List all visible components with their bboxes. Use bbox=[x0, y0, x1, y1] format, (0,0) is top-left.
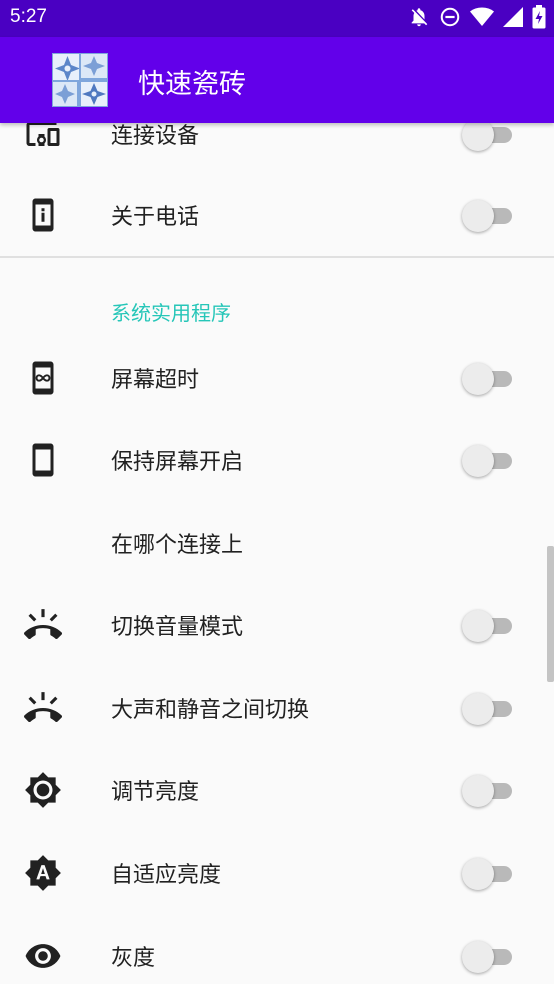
list-item-label: 屏幕超时 bbox=[111, 368, 200, 393]
list-item-label: 切换音量模式 bbox=[111, 615, 244, 640]
notifications-off-icon bbox=[408, 5, 430, 29]
status-time: 5:27 bbox=[10, 6, 47, 27]
section-divider bbox=[0, 256, 554, 258]
wifi-icon bbox=[470, 6, 494, 28]
brightness-auto-icon bbox=[24, 854, 62, 892]
toggle-switch[interactable] bbox=[462, 939, 514, 973]
list-item-keep-screen-on[interactable]: 保持屏幕开启 bbox=[0, 419, 554, 501]
section-header: 系统实用程序 bbox=[111, 301, 231, 325]
list-item-about-phone[interactable]: 关于电话 bbox=[0, 174, 554, 256]
toggle-switch[interactable] bbox=[462, 608, 514, 642]
list-item-loud-silent-switch[interactable]: 大声和静音之间切换 bbox=[0, 667, 554, 749]
list-item-connected-devices[interactable]: 连接设备 bbox=[0, 123, 554, 175]
list-item-label: 在哪个连接上 bbox=[111, 533, 244, 558]
battery-charging-icon bbox=[532, 5, 546, 29]
signal-icon bbox=[503, 7, 523, 27]
status-bar: 5:27 bbox=[0, 0, 554, 37]
toggle-switch[interactable] bbox=[462, 123, 514, 151]
list-item-label: 灰度 bbox=[111, 946, 156, 971]
list-item-grayscale[interactable]: 灰度 bbox=[0, 915, 554, 984]
status-icons bbox=[408, 5, 546, 29]
ring-volume-icon bbox=[24, 606, 62, 644]
list-item-label: 自适应亮度 bbox=[111, 863, 222, 888]
eye-icon bbox=[24, 937, 62, 975]
brightness-icon bbox=[24, 771, 62, 809]
toggle-switch[interactable] bbox=[462, 773, 514, 807]
list-item-label: 关于电话 bbox=[111, 205, 200, 230]
list-item-brightness[interactable]: 调节亮度 bbox=[0, 749, 554, 831]
list-item-which-connection[interactable]: 在哪个连接上 bbox=[0, 502, 554, 584]
list-item-label: 保持屏幕开启 bbox=[111, 450, 244, 475]
toggle-switch[interactable] bbox=[462, 361, 514, 395]
app-title: 快速瓷砖 bbox=[138, 69, 246, 100]
toggle-switch[interactable] bbox=[462, 198, 514, 232]
toggle-switch[interactable] bbox=[462, 691, 514, 725]
scrollbar[interactable] bbox=[547, 546, 554, 682]
settings-list[interactable]: 连接设备 关于电话 系统实用程序 屏幕超时 保持屏幕开启 在哪个连接上 切换音量… bbox=[0, 123, 554, 984]
list-item-adaptive-brightness[interactable]: 自适应亮度 bbox=[0, 832, 554, 914]
list-item-screen-timeout[interactable]: 屏幕超时 bbox=[0, 337, 554, 419]
list-item-label: 连接设备 bbox=[111, 124, 200, 149]
smartphone-icon bbox=[24, 441, 62, 479]
phone-info-icon bbox=[24, 196, 62, 234]
toggle-switch[interactable] bbox=[462, 856, 514, 890]
list-item-label: 调节亮度 bbox=[111, 780, 200, 805]
toggle-switch[interactable] bbox=[462, 443, 514, 477]
do-not-disturb-icon bbox=[439, 6, 461, 28]
tile-logo-icon bbox=[51, 52, 109, 108]
screen-timeout-icon bbox=[24, 359, 62, 397]
ring-volume-icon bbox=[24, 689, 62, 727]
list-item-toggle-volume-mode[interactable]: 切换音量模式 bbox=[0, 584, 554, 666]
devices-icon bbox=[24, 123, 62, 153]
app-bar: 快速瓷砖 bbox=[0, 37, 554, 123]
list-item-label: 大声和静音之间切换 bbox=[111, 698, 310, 723]
